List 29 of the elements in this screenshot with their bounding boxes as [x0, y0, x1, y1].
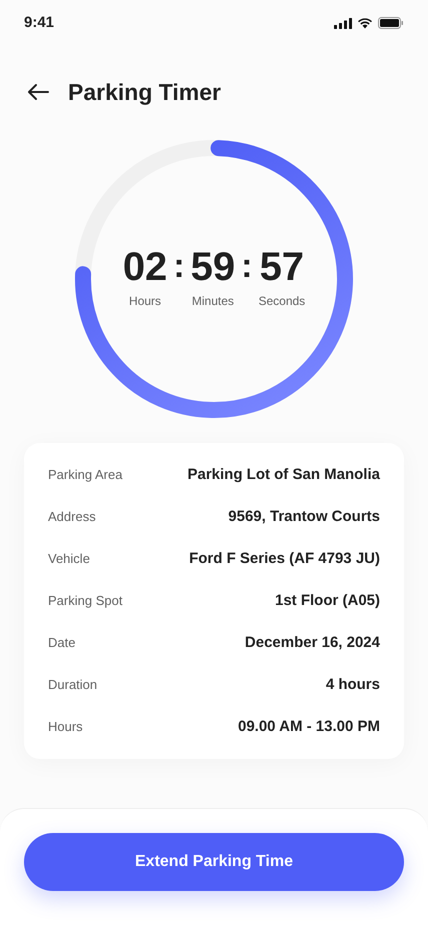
detail-label: Address: [48, 508, 96, 526]
time-unit-label: Seconds: [258, 293, 306, 310]
detail-value: 09.00 AM - 13.00 PM: [238, 716, 380, 737]
detail-value: Parking Lot of San Manolia: [187, 464, 380, 485]
back-arrow-icon: [27, 83, 49, 101]
detail-label: Date: [48, 634, 76, 652]
detail-label: Hours: [48, 718, 83, 736]
detail-value: 1st Floor (A05): [274, 590, 380, 611]
detail-value: 4 hours: [326, 674, 380, 695]
battery-icon: [378, 17, 404, 29]
signal-icon: [334, 18, 352, 28]
time-unit-label: Hours: [129, 293, 162, 310]
detail-label: Parking Area: [48, 466, 122, 484]
status-time: 9:41: [24, 12, 54, 33]
time-value: 59: [190, 244, 236, 290]
time-value: 02: [122, 244, 168, 290]
detail-value: December 16, 2024: [244, 632, 380, 653]
page-title: Parking Timer: [68, 78, 221, 107]
wifi-icon: [357, 17, 373, 29]
extend-parking-button[interactable]: Extend Parking Time: [24, 833, 404, 891]
time-unit-label: Minutes: [192, 293, 234, 310]
detail-label: Duration: [48, 676, 98, 694]
time-separator: :: [241, 246, 252, 286]
detail-value: Ford F Series (AF 4793 JU): [189, 548, 380, 569]
detail-label: Parking Spot: [48, 592, 122, 610]
detail-label: Vehicle: [48, 550, 90, 568]
time-value: 57: [260, 244, 304, 290]
time-separator: :: [173, 246, 185, 286]
detail-value: 9569, Trantow Courts: [228, 506, 380, 527]
